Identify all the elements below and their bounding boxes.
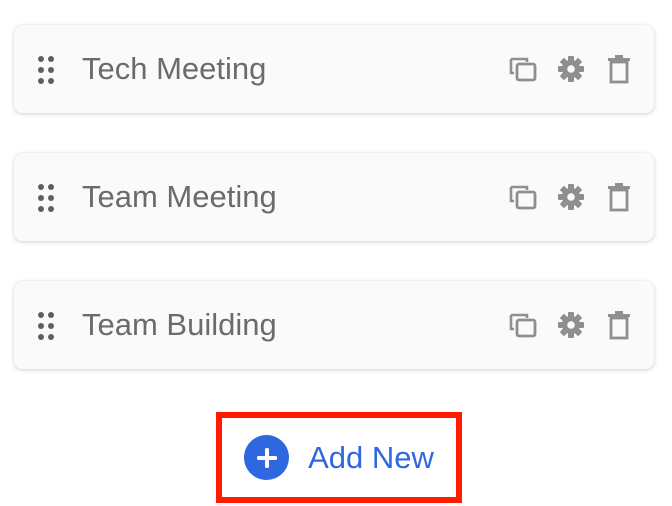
add-new-label: Add New bbox=[308, 439, 434, 475]
gear-icon[interactable] bbox=[554, 310, 588, 340]
item-label: Team Building bbox=[82, 307, 277, 342]
duplicate-icon[interactable] bbox=[506, 182, 540, 212]
list-item-tech-meeting: Tech Meeting bbox=[14, 25, 654, 113]
item-label: Tech Meeting bbox=[82, 51, 267, 86]
item-actions bbox=[492, 182, 636, 212]
drag-handle-icon[interactable] bbox=[36, 55, 56, 85]
duplicate-icon[interactable] bbox=[506, 310, 540, 340]
list-item-team-meeting: Team Meeting bbox=[14, 153, 654, 241]
item-actions bbox=[492, 310, 636, 340]
drag-handle-icon[interactable] bbox=[36, 183, 56, 213]
item-actions bbox=[492, 54, 636, 84]
trash-icon[interactable] bbox=[602, 310, 636, 340]
duplicate-icon[interactable] bbox=[506, 54, 540, 84]
trash-icon[interactable] bbox=[602, 54, 636, 84]
list-item-team-building: Team Building bbox=[14, 281, 654, 369]
plus-icon bbox=[244, 435, 290, 480]
trash-icon[interactable] bbox=[602, 182, 636, 212]
item-label: Team Meeting bbox=[82, 179, 277, 214]
gear-icon[interactable] bbox=[554, 182, 588, 212]
drag-handle-icon[interactable] bbox=[36, 311, 56, 341]
add-new-highlight: Add New bbox=[216, 412, 462, 503]
gear-icon[interactable] bbox=[554, 54, 588, 84]
add-new-button[interactable]: Add New bbox=[244, 435, 434, 480]
